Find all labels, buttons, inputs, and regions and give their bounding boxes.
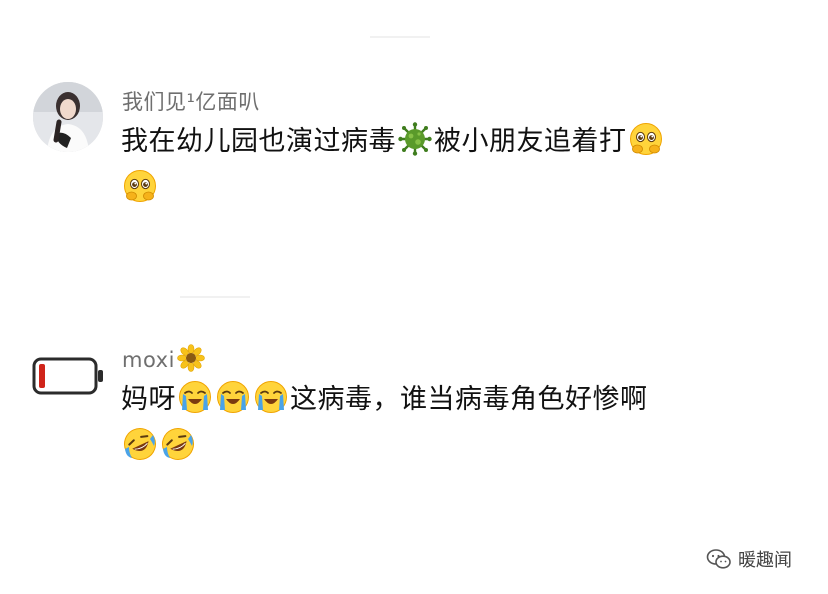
rolling-laughing-emoji [123,427,157,461]
comment-1[interactable]: 我们见¹亿面叭 我在幼儿园也演过病毒 被小朋友追着打 [0,78,828,218]
user-photo-avatar[interactable] [33,82,103,152]
sunflower-icon [177,344,205,372]
username[interactable]: 我们见¹亿面叭 [122,86,260,116]
rolling-laughing-emoji [161,427,195,461]
watermark: 暖趣闻 [706,546,792,572]
virus-icon [398,122,432,156]
comment-text-part: 我在幼儿园也演过病毒 [121,126,396,157]
username-row[interactable]: moxi [122,344,205,372]
low-battery-icon[interactable] [32,354,106,398]
crying-face-emoji [216,380,250,414]
comment-text-part: 妈呀 [121,384,176,415]
crying-face-emoji [178,380,212,414]
username[interactable]: moxi [122,348,175,372]
comment-text-part: 被小朋友追着打 [434,126,627,157]
wechat-official-account-icon [706,549,731,569]
comment-2[interactable]: moxi 妈呀 这病毒，谁当病毒角色好惨啊 [0,336,828,476]
middle-faint-line [180,296,250,298]
pleading-face-emoji [629,122,663,156]
comment-text: 我在幼儿园也演过病毒 被小朋友追着打 [121,118,721,212]
top-faint-line [370,36,430,38]
comment-text: 妈呀 这病毒，谁当病毒角色好惨啊 [121,376,721,470]
crying-face-emoji [254,380,288,414]
pleading-face-emoji [123,169,157,203]
watermark-text: 暖趣闻 [738,550,792,571]
comment-text-part: 这病毒，谁当病毒角色好惨啊 [290,384,648,415]
